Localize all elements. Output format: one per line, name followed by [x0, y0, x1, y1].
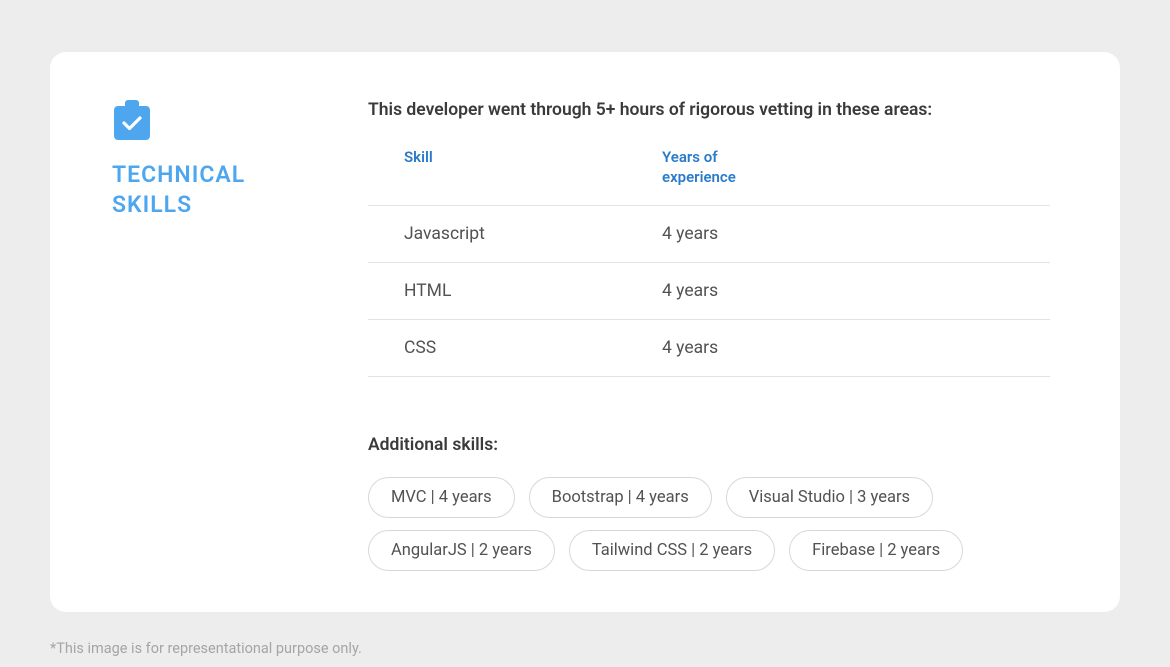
main-content: This developer went through 5+ hours of …	[368, 100, 1050, 552]
footnote: *This image is for representational purp…	[50, 640, 362, 657]
skill-pill: MVC | 4 years	[368, 477, 515, 518]
skills-card: TECHNICAL SKILLS This developer went thr…	[50, 52, 1120, 612]
section-title: TECHNICAL SKILLS	[112, 160, 314, 220]
skill-pill: Bootstrap | 4 years	[529, 477, 712, 518]
cell-years: 4 years	[662, 281, 718, 301]
table-header: Skill Years of experience	[368, 148, 1050, 206]
table-row: Javascript 4 years	[368, 206, 1050, 263]
cell-skill: CSS	[404, 338, 662, 358]
skills-table: Skill Years of experience Javascript 4 y…	[368, 148, 1050, 377]
skill-pill: Tailwind CSS | 2 years	[569, 530, 775, 571]
cell-skill: Javascript	[404, 224, 662, 244]
table-row: CSS 4 years	[368, 320, 1050, 377]
additional-skills-list: MVC | 4 years Bootstrap | 4 years Visual…	[368, 477, 1050, 571]
clipboard-check-icon	[114, 100, 150, 140]
section-title-line1: TECHNICAL	[112, 161, 245, 188]
intro-text: This developer went through 5+ hours of …	[368, 100, 1050, 120]
header-years: Years of experience	[662, 148, 752, 187]
header-skill: Skill	[404, 148, 662, 187]
skill-pill: Visual Studio | 3 years	[726, 477, 933, 518]
skill-pill: AngularJS | 2 years	[368, 530, 555, 571]
skill-pill: Firebase | 2 years	[789, 530, 963, 571]
additional-skills-title: Additional skills:	[368, 435, 1050, 455]
sidebar: TECHNICAL SKILLS	[112, 100, 314, 552]
cell-skill: HTML	[404, 281, 662, 301]
cell-years: 4 years	[662, 224, 718, 244]
cell-years: 4 years	[662, 338, 718, 358]
section-title-line2: SKILLS	[112, 191, 192, 218]
table-row: HTML 4 years	[368, 263, 1050, 320]
